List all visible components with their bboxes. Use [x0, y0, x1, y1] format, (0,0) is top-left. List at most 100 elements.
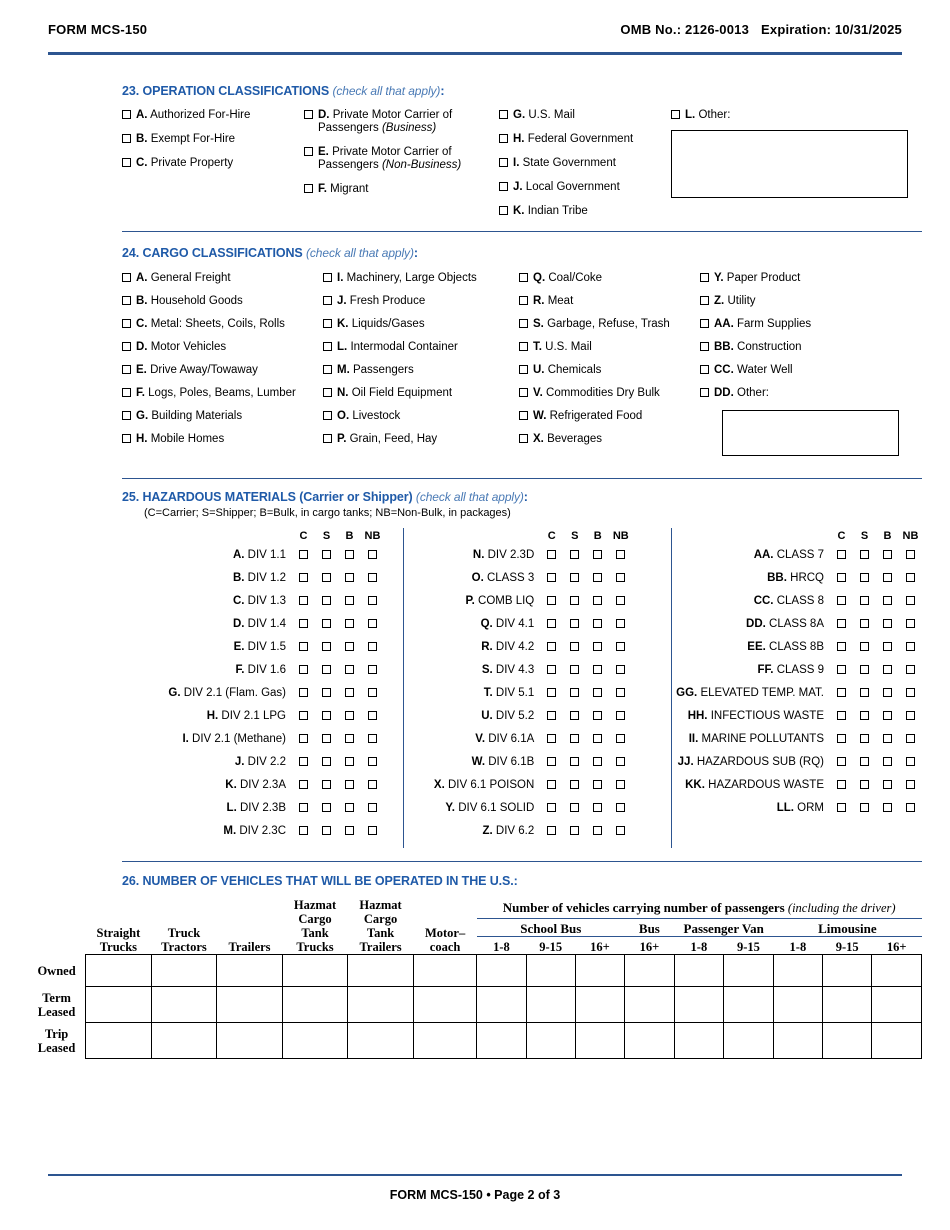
- hazmat-checkbox-cell-b[interactable]: [338, 619, 361, 628]
- hazmat-checkbox-cell-nb[interactable]: [899, 573, 922, 582]
- checkbox-icon[interactable]: [837, 550, 846, 559]
- hazmat-checkbox-cell-nb[interactable]: [899, 665, 922, 674]
- hazmat-checkbox-cell-s[interactable]: [315, 573, 338, 582]
- hazmat-checkbox-cell-nb[interactable]: [609, 596, 632, 605]
- checkbox-icon[interactable]: [547, 665, 557, 674]
- checkbox-icon[interactable]: [122, 296, 131, 305]
- checkbox-item[interactable]: N. Oil Field Equipment: [323, 387, 519, 400]
- hazmat-checkbox-cell-nb[interactable]: [361, 619, 384, 628]
- hazmat-checkbox-cell-nb[interactable]: [899, 619, 922, 628]
- checkbox-icon[interactable]: [368, 780, 377, 789]
- checkbox-item-other[interactable]: L. Other:: [671, 109, 911, 122]
- hazmat-checkbox-cell-nb[interactable]: [361, 642, 384, 651]
- hazmat-checkbox-cell-nb[interactable]: [609, 688, 632, 697]
- vehicle-count-input[interactable]: [624, 1022, 675, 1059]
- checkbox-icon[interactable]: [345, 803, 354, 812]
- checkbox-icon[interactable]: [547, 711, 557, 720]
- checkbox-icon[interactable]: [570, 826, 580, 835]
- checkbox-icon[interactable]: [547, 803, 557, 812]
- checkbox-icon[interactable]: [368, 826, 377, 835]
- checkbox-item[interactable]: I. State Government: [499, 157, 671, 170]
- vehicle-count-input[interactable]: [673, 986, 725, 1023]
- checkbox-icon[interactable]: [906, 734, 915, 743]
- checkbox-icon[interactable]: [299, 711, 308, 720]
- checkbox-icon[interactable]: [122, 411, 131, 420]
- hazmat-checkbox-cell-b[interactable]: [586, 596, 609, 605]
- checkbox-icon[interactable]: [122, 273, 131, 282]
- checkbox-icon[interactable]: [616, 596, 626, 605]
- checkbox-icon[interactable]: [299, 734, 308, 743]
- vehicle-count-input[interactable]: [871, 1022, 922, 1059]
- hazmat-checkbox-cell-c[interactable]: [830, 665, 853, 674]
- hazmat-checkbox-cell-b[interactable]: [586, 665, 609, 674]
- checkbox-item[interactable]: D. Private Motor Carrier of Passengers (…: [304, 109, 499, 135]
- checkbox-icon[interactable]: [570, 688, 580, 697]
- hazmat-checkbox-cell-c[interactable]: [292, 573, 315, 582]
- checkbox-icon[interactable]: [323, 342, 332, 351]
- hazmat-checkbox-cell-c[interactable]: [830, 596, 853, 605]
- checkbox-icon[interactable]: [299, 826, 308, 835]
- checkbox-icon[interactable]: [570, 596, 580, 605]
- checkbox-icon[interactable]: [368, 665, 377, 674]
- checkbox-icon[interactable]: [906, 642, 915, 651]
- checkbox-icon[interactable]: [883, 573, 892, 582]
- checkbox-icon[interactable]: [616, 550, 626, 559]
- vehicle-count-input[interactable]: [574, 986, 626, 1023]
- other-text-input[interactable]: [722, 410, 899, 456]
- checkbox-item[interactable]: X. Beverages: [519, 433, 700, 446]
- hazmat-checkbox-cell-nb[interactable]: [609, 803, 632, 812]
- checkbox-icon[interactable]: [322, 573, 331, 582]
- vehicle-count-input[interactable]: [871, 986, 922, 1023]
- checkbox-icon[interactable]: [593, 780, 603, 789]
- hazmat-checkbox-cell-s[interactable]: [853, 688, 876, 697]
- checkbox-icon[interactable]: [616, 711, 626, 720]
- checkbox-icon[interactable]: [547, 619, 557, 628]
- checkbox-icon[interactable]: [837, 665, 846, 674]
- checkbox-icon[interactable]: [593, 550, 603, 559]
- checkbox-icon[interactable]: [122, 134, 131, 143]
- hazmat-checkbox-cell-b[interactable]: [876, 757, 899, 766]
- other-text-input[interactable]: [671, 130, 908, 198]
- checkbox-icon[interactable]: [322, 711, 331, 720]
- hazmat-checkbox-cell-s[interactable]: [563, 757, 586, 766]
- hazmat-checkbox-cell-b[interactable]: [586, 803, 609, 812]
- hazmat-checkbox-cell-s[interactable]: [563, 711, 586, 720]
- hazmat-checkbox-cell-nb[interactable]: [609, 619, 632, 628]
- hazmat-checkbox-cell-c[interactable]: [292, 688, 315, 697]
- checkbox-icon[interactable]: [570, 711, 580, 720]
- checkbox-icon[interactable]: [860, 734, 869, 743]
- checkbox-item[interactable]: J. Local Government: [499, 181, 671, 194]
- hazmat-checkbox-cell-nb[interactable]: [899, 642, 922, 651]
- checkbox-icon[interactable]: [906, 780, 915, 789]
- hazmat-checkbox-cell-b[interactable]: [338, 780, 361, 789]
- checkbox-icon[interactable]: [593, 711, 603, 720]
- hazmat-checkbox-cell-nb[interactable]: [609, 550, 632, 559]
- checkbox-icon[interactable]: [322, 550, 331, 559]
- hazmat-checkbox-cell-b[interactable]: [586, 734, 609, 743]
- checkbox-icon[interactable]: [122, 365, 131, 374]
- checkbox-icon[interactable]: [345, 619, 354, 628]
- hazmat-checkbox-cell-c[interactable]: [292, 757, 315, 766]
- hazmat-checkbox-cell-s[interactable]: [563, 826, 586, 835]
- checkbox-item[interactable]: K. Liquids/Gases: [323, 318, 519, 331]
- hazmat-checkbox-cell-c[interactable]: [830, 780, 853, 789]
- checkbox-icon[interactable]: [299, 596, 308, 605]
- checkbox-icon[interactable]: [345, 780, 354, 789]
- vehicle-count-input[interactable]: [281, 954, 349, 987]
- vehicle-count-input[interactable]: [574, 1022, 626, 1059]
- checkbox-icon[interactable]: [837, 711, 846, 720]
- hazmat-checkbox-cell-b[interactable]: [586, 780, 609, 789]
- hazmat-checkbox-cell-b[interactable]: [876, 780, 899, 789]
- hazmat-checkbox-cell-b[interactable]: [338, 803, 361, 812]
- checkbox-item[interactable]: L. Intermodal Container: [323, 341, 519, 354]
- checkbox-icon[interactable]: [593, 826, 603, 835]
- hazmat-checkbox-cell-nb[interactable]: [361, 826, 384, 835]
- checkbox-icon[interactable]: [883, 711, 892, 720]
- hazmat-checkbox-cell-c[interactable]: [830, 619, 853, 628]
- vehicle-count-input[interactable]: [85, 986, 152, 1023]
- hazmat-checkbox-cell-b[interactable]: [876, 596, 899, 605]
- checkbox-item[interactable]: E. Drive Away/Towaway: [122, 364, 323, 377]
- checkbox-icon[interactable]: [345, 665, 354, 674]
- checkbox-icon[interactable]: [883, 619, 892, 628]
- checkbox-icon[interactable]: [883, 596, 892, 605]
